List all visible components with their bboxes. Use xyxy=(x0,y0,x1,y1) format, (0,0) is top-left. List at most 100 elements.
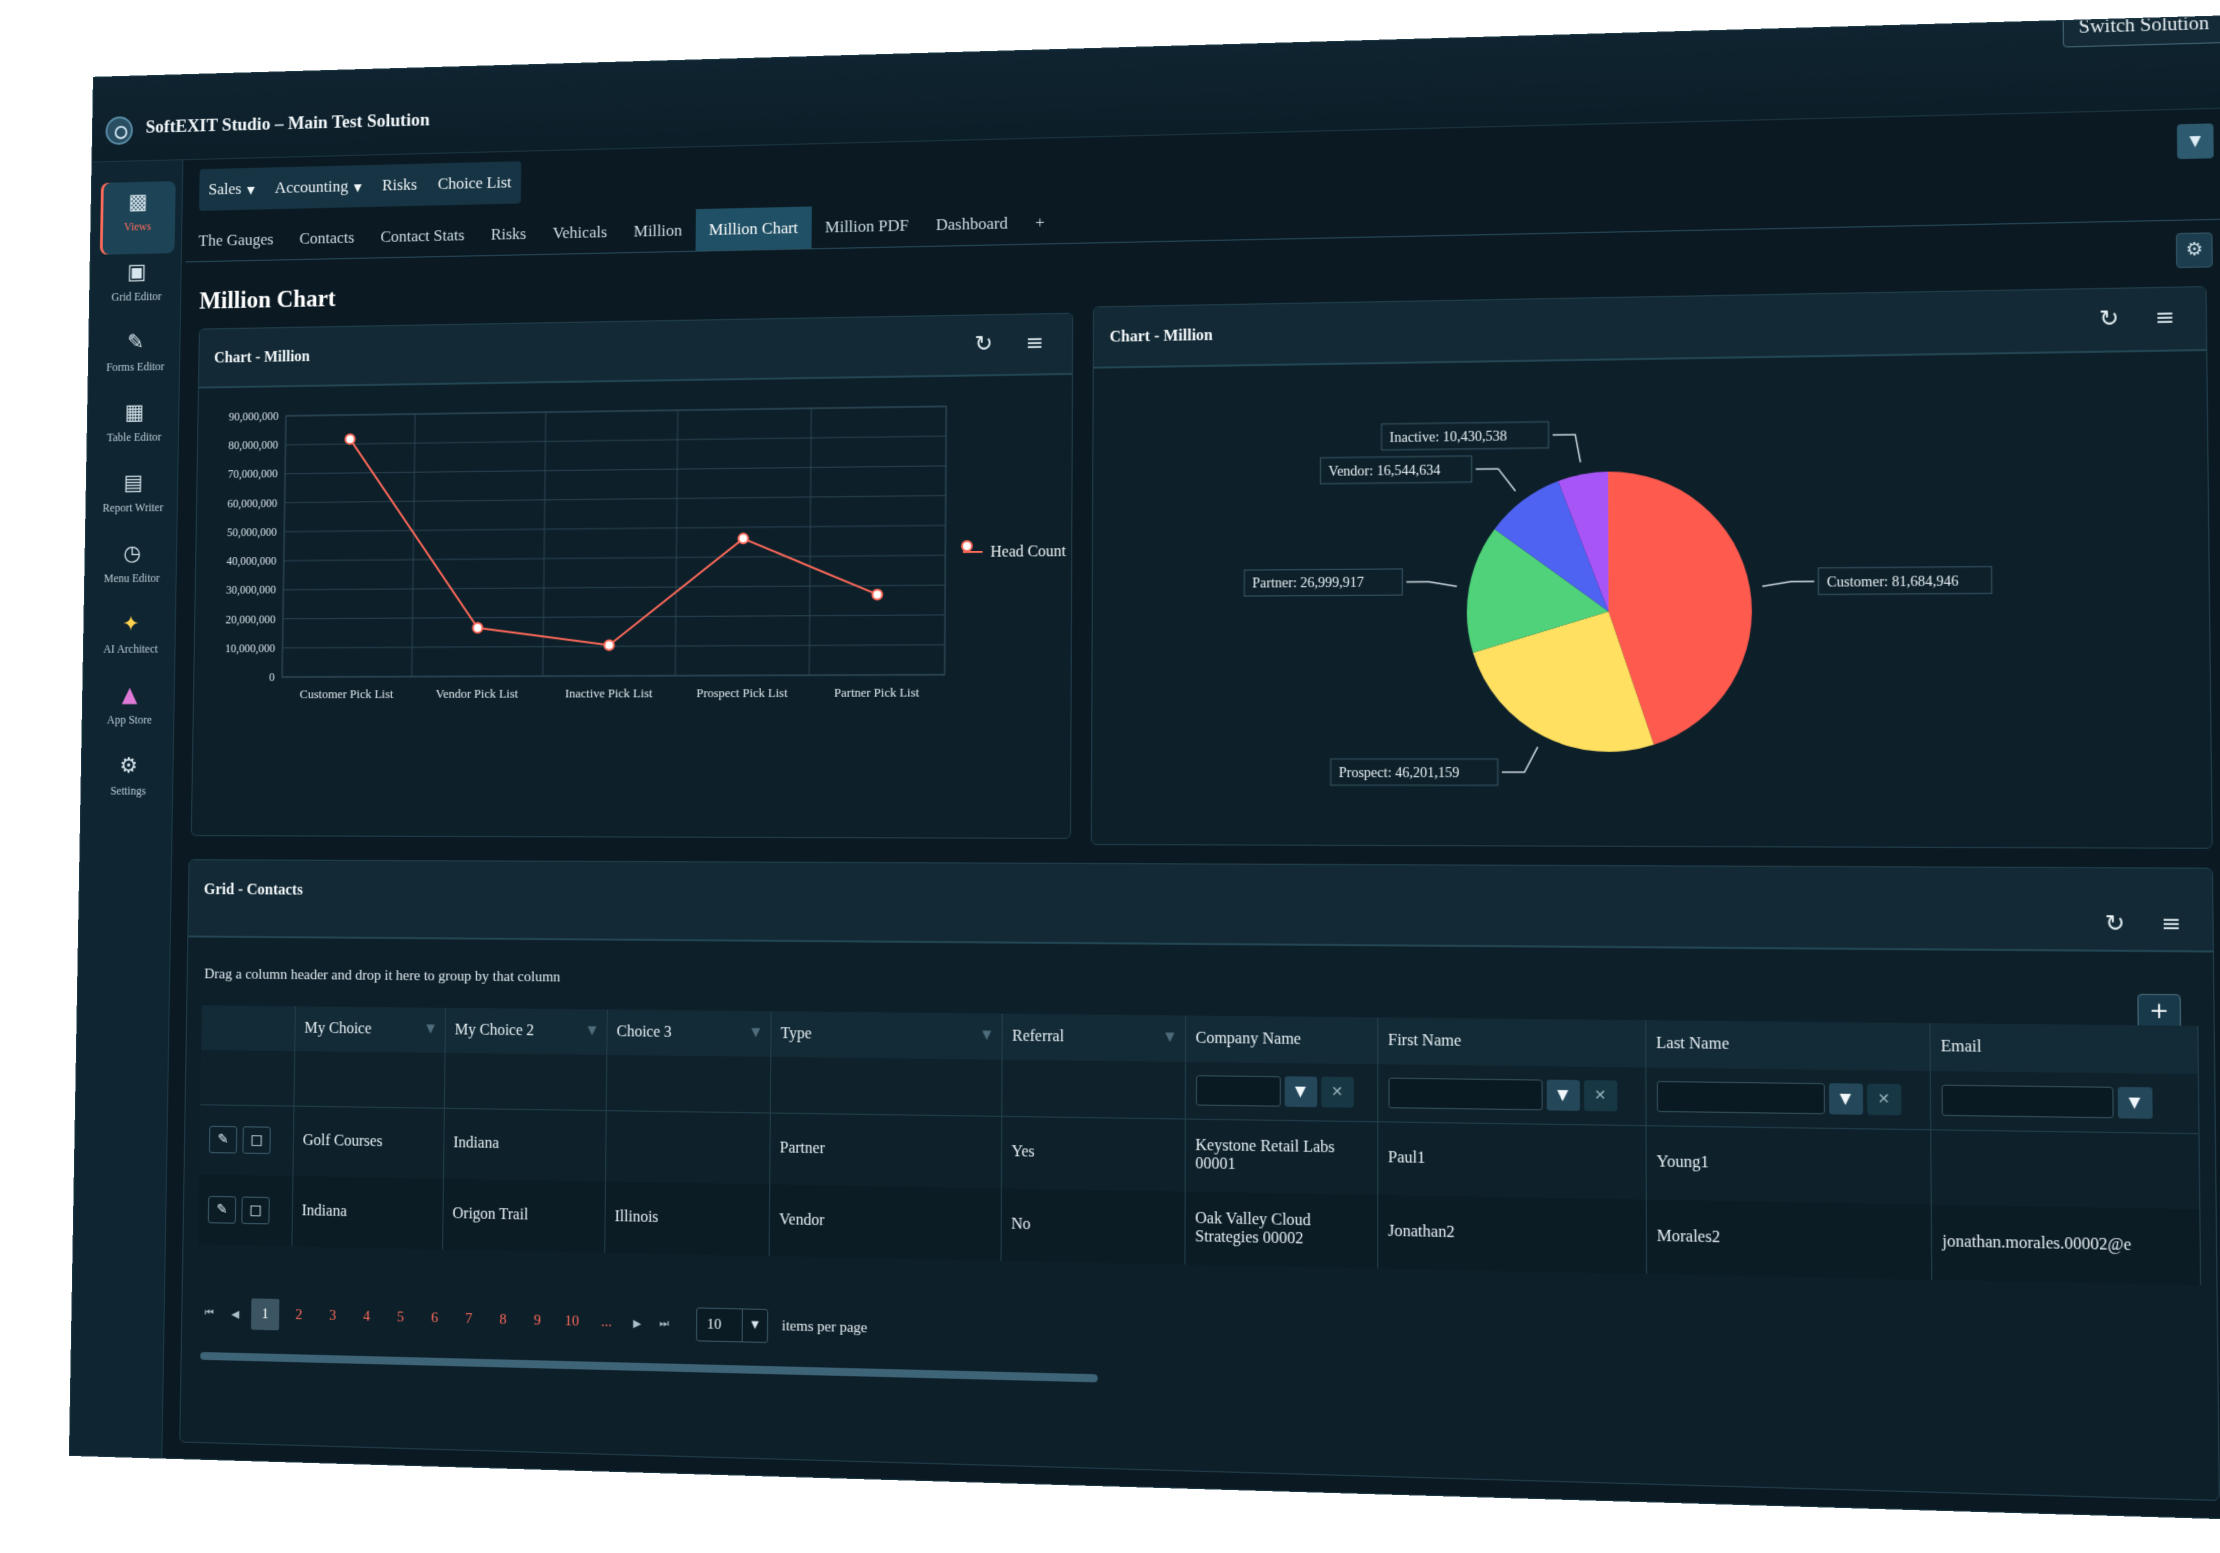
tab-contact-stats[interactable]: Contact Stats xyxy=(367,214,478,258)
tab-vehicals[interactable]: Vehicals xyxy=(539,211,620,254)
refresh-icon[interactable]: ↻ xyxy=(970,331,998,359)
filter-icon[interactable]: ▼ xyxy=(1546,1079,1580,1111)
y-tick-label: 0 xyxy=(269,671,275,684)
gridline-horizontal xyxy=(284,525,945,531)
page-button[interactable]: 2 xyxy=(285,1299,314,1331)
sidebar-item-forms-editor[interactable]: ✎ Forms Editor xyxy=(97,321,173,394)
pie-label: Partner: 26,999,917 xyxy=(1252,575,1364,591)
group-drop-zone[interactable]: Drag a column header and drop it here to… xyxy=(204,967,560,987)
page-size-select[interactable]: 10 ▼ xyxy=(696,1307,769,1344)
gridline-vertical xyxy=(809,408,811,675)
tab-million-chart[interactable]: Million Chart xyxy=(695,206,812,251)
sidebar-item-app-store[interactable]: ▲ App Store xyxy=(91,675,167,748)
menu-sales[interactable]: Sales ▼ xyxy=(208,179,254,199)
column-header-label: Referral xyxy=(1012,1027,1065,1046)
column-header-choice-3[interactable]: Choice 3 ▼ xyxy=(606,1009,771,1057)
column-menu-icon[interactable]: ▼ xyxy=(1165,1029,1174,1043)
cell-type: Vendor xyxy=(768,1184,1001,1261)
sidebar-item-grid-editor[interactable]: ▣ Grid Editor xyxy=(99,251,175,324)
company-name-filter-input[interactable] xyxy=(1195,1074,1281,1107)
last-name-filter-input[interactable] xyxy=(1656,1080,1825,1115)
data-point xyxy=(473,623,483,633)
clear-filter-icon[interactable]: ✕ xyxy=(1583,1079,1617,1112)
add-tab-button[interactable]: + xyxy=(1021,201,1058,244)
column-menu-icon[interactable]: ▼ xyxy=(426,1021,435,1035)
cell-my-choice: Indiana xyxy=(291,1175,443,1250)
column-header-referral[interactable]: Referral ▼ xyxy=(1001,1013,1186,1062)
page-button[interactable]: 9 xyxy=(523,1304,552,1336)
column-menu-icon[interactable]: ▼ xyxy=(588,1023,597,1037)
page-button[interactable]: 8 xyxy=(489,1304,518,1336)
page-button[interactable]: 6 xyxy=(420,1302,449,1334)
page-button[interactable]: 4 xyxy=(352,1301,381,1333)
menu-icon[interactable]: ≡ xyxy=(1021,330,1049,358)
column-menu-icon[interactable]: ▼ xyxy=(982,1027,991,1041)
menu-choice-list[interactable]: Choice List xyxy=(438,173,512,194)
menu-risks[interactable]: Risks xyxy=(382,175,417,195)
page-button[interactable]: 1 xyxy=(250,1298,280,1331)
switch-solution-button[interactable]: Switch Solution xyxy=(2062,15,2220,48)
sidebar-item-menu-editor[interactable]: ◷ Menu Editor xyxy=(94,533,170,606)
menu-icon[interactable]: ≡ xyxy=(2156,910,2187,939)
next-page-icon[interactable]: ▶ xyxy=(627,1316,648,1329)
column-header-company-name[interactable]: Company Name xyxy=(1184,1015,1378,1065)
page-button[interactable]: 10 xyxy=(557,1305,586,1337)
page-button[interactable]: 7 xyxy=(454,1303,483,1335)
top-bar: SoftEXIT Studio – Main Test Solution Swi… xyxy=(92,15,2220,163)
sidebar-item-label: Report Writer xyxy=(102,500,164,515)
column-header-last-name[interactable]: Last Name xyxy=(1645,1020,1930,1071)
sidebar-item-views[interactable]: ▩ Views xyxy=(99,181,176,255)
tab-contacts[interactable]: Contacts xyxy=(286,217,368,260)
column-header-first-name[interactable]: First Name xyxy=(1377,1017,1646,1068)
page-button[interactable]: 5 xyxy=(386,1301,415,1333)
horizontal-scrollbar[interactable] xyxy=(200,1351,1098,1383)
sidebar-item-ai-architect[interactable]: ✦ AI Architect xyxy=(93,604,169,677)
folder-icon[interactable]: □ xyxy=(242,1126,271,1155)
filter-cell-empty xyxy=(443,1052,607,1111)
page-button[interactable]: 3 xyxy=(318,1300,347,1332)
refresh-icon[interactable]: ↻ xyxy=(2094,305,2124,334)
view-settings-button[interactable]: ⚙ xyxy=(2175,232,2213,269)
collapse-toggle-button[interactable]: ▼ xyxy=(2176,123,2214,160)
menu-accounting-label: Accounting xyxy=(274,176,349,197)
clear-filter-icon[interactable]: ✕ xyxy=(1320,1076,1354,1108)
first-page-icon[interactable]: ⏮ xyxy=(199,1306,220,1320)
sidebar-item-table-editor[interactable]: ▦ Table Editor xyxy=(96,392,172,465)
page-more-button[interactable]: ... xyxy=(592,1306,621,1338)
tab-risks[interactable]: Risks xyxy=(477,213,539,256)
edit-icon[interactable]: ✎ xyxy=(207,1195,237,1224)
cell-referral: No xyxy=(1000,1188,1185,1265)
menu-icon[interactable]: ≡ xyxy=(2150,304,2180,333)
folder-icon[interactable]: □ xyxy=(241,1196,270,1225)
gear-icon: ⚙ xyxy=(2185,238,2204,261)
sidebar-item-settings[interactable]: ⚙ Settings xyxy=(90,746,166,819)
sidebar-item-report-writer[interactable]: ▤ Report Writer xyxy=(95,462,171,535)
prev-page-icon[interactable]: ◀ xyxy=(225,1307,246,1320)
tab-million-pdf[interactable]: Million PDF xyxy=(811,204,922,248)
x-tick-label: Customer Pick List xyxy=(300,687,394,701)
column-header-email[interactable]: Email xyxy=(1929,1023,2199,1075)
column-header-my-choice-2[interactable]: My Choice 2 ▼ xyxy=(444,1007,607,1055)
sidebar-item-label: Grid Editor xyxy=(111,289,162,304)
memo-icon: ✎ xyxy=(127,330,145,355)
filter-icon[interactable]: ▼ xyxy=(1284,1076,1317,1107)
column-header-type[interactable]: Type ▼ xyxy=(770,1011,1002,1060)
first-name-filter-input[interactable] xyxy=(1387,1077,1543,1111)
line-chart: 0 10,000,000 20,000,000 30,000,000 40,000,00… xyxy=(225,375,1067,701)
filter-icon[interactable]: ▼ xyxy=(2117,1086,2153,1119)
tab-the-gauges[interactable]: The Gauges xyxy=(185,218,286,261)
tab-dashboard[interactable]: Dashboard xyxy=(922,202,1021,246)
edit-icon[interactable]: ✎ xyxy=(208,1126,238,1154)
email-filter-input[interactable] xyxy=(1941,1084,2114,1119)
filter-icon[interactable]: ▼ xyxy=(1828,1082,1863,1115)
tab-million[interactable]: Million xyxy=(620,209,696,252)
cell-choice-3 xyxy=(605,1110,770,1185)
clear-filter-icon[interactable]: ✕ xyxy=(1866,1083,1901,1116)
menu-sales-label: Sales xyxy=(208,179,242,199)
filter-cell-empty xyxy=(605,1054,771,1113)
column-menu-icon[interactable]: ▼ xyxy=(751,1025,760,1039)
menu-accounting[interactable]: Accounting ▼ xyxy=(275,177,362,198)
last-page-icon[interactable]: ⏭ xyxy=(654,1316,675,1330)
refresh-icon[interactable]: ↻ xyxy=(2100,910,2130,939)
column-header-my-choice[interactable]: My Choice ▼ xyxy=(294,1006,446,1053)
